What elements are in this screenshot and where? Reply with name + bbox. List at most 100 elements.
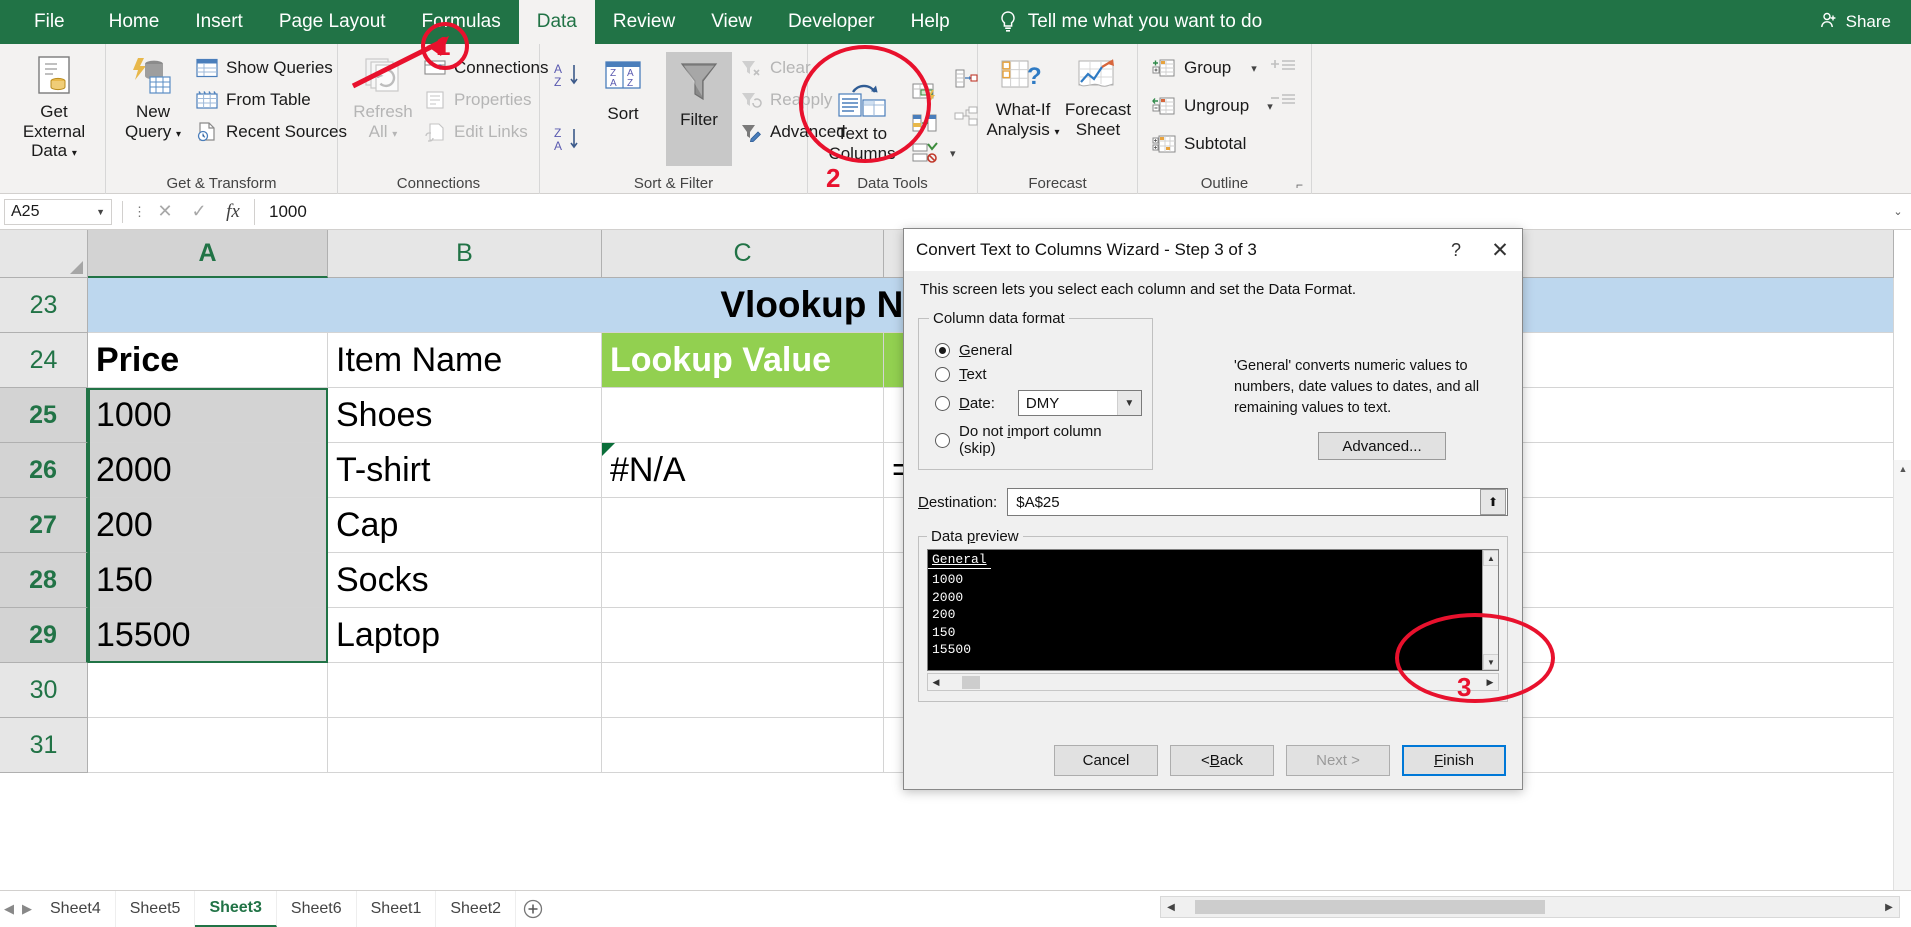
filter-button[interactable]: Filter (666, 52, 732, 166)
preview-scroll-thumb[interactable] (962, 676, 980, 689)
vertical-scrollbar[interactable]: ▲ ▼ (1893, 460, 1911, 890)
next-button[interactable]: Next > (1286, 744, 1390, 776)
tell-me-box[interactable]: Tell me what you want to do (998, 10, 1262, 34)
date-format-select[interactable]: DMY ▼ (1017, 390, 1142, 416)
formula-input[interactable]: 1000 (254, 198, 1885, 225)
row-header-26[interactable]: 26 (0, 443, 88, 498)
cell-a26[interactable]: 2000 (88, 443, 328, 498)
sort-ascending-button[interactable]: A Z (552, 60, 582, 90)
preview-scroll-left-icon[interactable]: ◀ (928, 677, 944, 688)
sheet-tab-sheet3[interactable]: Sheet3 (195, 890, 277, 927)
edit-links-button[interactable]: Edit Links (424, 122, 528, 142)
what-if-analysis-button[interactable]: ? What-If Analysis ▾ (986, 58, 1060, 139)
ribbon-tab-view[interactable]: View (693, 0, 770, 44)
range-picker-icon[interactable]: ⬆ (1480, 489, 1506, 515)
radio-date[interactable]: Date: DMY ▼ (935, 390, 1142, 416)
row-header-29[interactable]: 29 (0, 608, 88, 663)
from-table-button[interactable]: From Table (196, 90, 311, 110)
sheet-tab-sheet4[interactable]: Sheet4 (36, 890, 116, 927)
row-header-30[interactable]: 30 (0, 663, 88, 718)
cell-a24[interactable]: Price (88, 333, 328, 388)
cell-c24[interactable]: Lookup Value (602, 333, 884, 388)
cell-a29[interactable]: 15500 (88, 608, 328, 663)
hide-detail-button[interactable] (1270, 92, 1296, 112)
preview-scroll-down-icon[interactable]: ▼ (1483, 654, 1498, 670)
help-icon[interactable]: ? (1434, 229, 1478, 271)
recent-sources-button[interactable]: Recent Sources (196, 122, 347, 142)
radio-general[interactable]: General (935, 342, 1142, 359)
radio-text[interactable]: Text (935, 366, 1142, 383)
get-external-data-button[interactable]: Get External Data ▾ (8, 54, 100, 161)
close-icon[interactable]: ✕ (1478, 229, 1522, 271)
flash-fill-button[interactable] (912, 82, 938, 104)
sheet-tab-sheet5[interactable]: Sheet5 (116, 890, 196, 927)
row-header-24[interactable]: 24 (0, 333, 88, 388)
group-button[interactable]: Group ▾ (1152, 58, 1257, 78)
ungroup-button[interactable]: Ungroup ▾ (1152, 96, 1273, 116)
cell-a31[interactable] (88, 718, 328, 773)
radio-skip-column[interactable]: Do not import column (skip) (935, 423, 1142, 457)
preview-column-header[interactable]: General (928, 551, 991, 569)
cell-a27[interactable]: 200 (88, 498, 328, 553)
row-header-31[interactable]: 31 (0, 718, 88, 773)
subtotal-button[interactable]: Subtotal (1152, 134, 1246, 154)
cell-c29[interactable] (602, 608, 884, 663)
row-header-27[interactable]: 27 (0, 498, 88, 553)
cell-a30[interactable] (88, 663, 328, 718)
horizontal-scrollbar[interactable]: ◀ ▶ (1160, 896, 1900, 918)
new-query-button[interactable]: New Query ▾ (118, 56, 188, 141)
ribbon-tab-review[interactable]: Review (595, 0, 693, 44)
sheet-tab-sheet2[interactable]: Sheet2 (436, 890, 517, 927)
back-button[interactable]: < Back (1170, 744, 1274, 776)
row-header-28[interactable]: 28 (0, 553, 88, 608)
cell-b30[interactable] (328, 663, 602, 718)
sheet-tab-sheet1[interactable]: Sheet1 (357, 890, 437, 927)
data-validation-button[interactable]: ▾ (912, 142, 956, 164)
scroll-right-arrow-icon[interactable]: ▶ (1879, 902, 1899, 913)
share-button[interactable]: Share (1820, 0, 1891, 44)
cell-c30[interactable] (602, 663, 884, 718)
group-dropdown-arrow[interactable]: ▾ (1251, 62, 1257, 75)
ribbon-tab-home[interactable]: Home (91, 0, 178, 44)
add-sheet-button[interactable] (516, 898, 550, 920)
row-header-25[interactable]: 25 (0, 388, 88, 443)
ribbon-tab-developer[interactable]: Developer (770, 0, 893, 44)
sheet-tab-sheet6[interactable]: Sheet6 (277, 890, 357, 927)
show-detail-button[interactable] (1270, 58, 1296, 78)
cell-a25[interactable]: 1000 (88, 388, 328, 443)
cell-b31[interactable] (328, 718, 602, 773)
show-queries-button[interactable]: Show Queries (196, 58, 333, 78)
cell-a28[interactable]: 150 (88, 553, 328, 608)
first-sheet-arrow-icon[interactable]: ◀ (0, 901, 18, 917)
cell-c27[interactable] (602, 498, 884, 553)
data-validation-dropdown-arrow[interactable]: ▾ (950, 147, 956, 160)
row-header-23[interactable]: 23 (0, 278, 88, 333)
name-box[interactable]: A25 ▼ (4, 198, 112, 225)
confirm-entry-button[interactable]: ✓ (182, 201, 216, 222)
cell-c31[interactable] (602, 718, 884, 773)
ribbon-tab-help[interactable]: Help (893, 0, 968, 44)
expand-formula-bar-button[interactable]: ⌄ (1885, 205, 1911, 218)
finish-button[interactable]: Finish (1402, 744, 1506, 776)
forecast-sheet-button[interactable]: Forecast Sheet (1062, 58, 1134, 139)
column-header-b[interactable]: B (328, 230, 602, 278)
relationships-button[interactable] (954, 106, 978, 128)
data-preview-panel[interactable]: General 1000 2000 200 150 15500 ▲ ▼ (927, 549, 1499, 671)
dialog-title-bar[interactable]: Convert Text to Columns Wizard - Step 3 … (904, 229, 1522, 271)
chevron-down-icon[interactable]: ▼ (1116, 391, 1141, 415)
select-all-corner[interactable] (0, 230, 88, 278)
cell-c26[interactable]: #N/A (602, 443, 884, 498)
outline-dialog-launcher[interactable]: ⌐ (1296, 178, 1303, 192)
cell-b25[interactable]: Shoes (328, 388, 602, 443)
preview-vertical-scrollbar[interactable]: ▲ ▼ (1482, 550, 1498, 670)
cell-c28[interactable] (602, 553, 884, 608)
advanced-button[interactable]: Advanced... (1318, 432, 1446, 460)
insert-function-button[interactable]: fx (216, 201, 250, 223)
ribbon-tab-data[interactable]: Data (518, 0, 595, 44)
cell-b27[interactable]: Cap (328, 498, 602, 553)
cell-b24[interactable]: Item Name (328, 333, 602, 388)
preview-scroll-right-icon[interactable]: ▶ (1482, 677, 1498, 688)
column-header-a[interactable]: A (88, 230, 328, 278)
text-to-columns-button[interactable]: Text to Columns (820, 82, 904, 163)
last-sheet-arrow-icon[interactable]: ▶ (18, 901, 36, 917)
